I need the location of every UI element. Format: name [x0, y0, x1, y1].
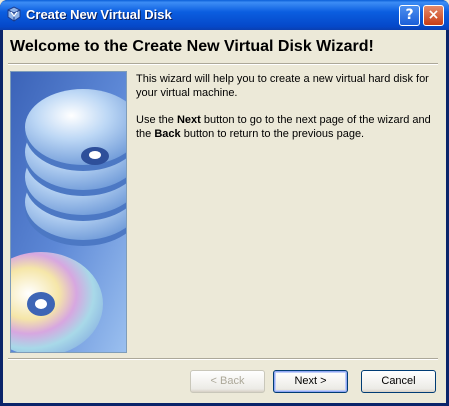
- navigation-paragraph: Use the Next button to go to the next pa…: [136, 114, 431, 140]
- help-button[interactable]: ?: [399, 5, 420, 26]
- cancel-button[interactable]: Cancel: [361, 370, 436, 393]
- back-button[interactable]: < Back: [190, 370, 265, 393]
- header-divider: [8, 63, 438, 65]
- title-bar[interactable]: Create New Virtual Disk ? ×: [0, 0, 449, 30]
- virtualbox-app-icon: [7, 6, 21, 22]
- dialog-body: Welcome to the Create New Virtual Disk W…: [3, 30, 446, 403]
- window-title: Create New Virtual Disk: [26, 7, 172, 22]
- footer-divider: [8, 358, 438, 360]
- back-keyword: Back: [154, 128, 181, 140]
- disk-stack-icon: [25, 89, 126, 246]
- next-keyword: Next: [176, 114, 201, 126]
- wizard-disk-image: [10, 71, 127, 353]
- intro-paragraph: This wizard will help you to create a ne…: [136, 73, 429, 99]
- page-title: Welcome to the Create New Virtual Disk W…: [10, 38, 374, 55]
- next-button[interactable]: Next >: [273, 370, 348, 393]
- close-button[interactable]: ×: [423, 5, 444, 26]
- wizard-window: Create New Virtual Disk ? × Welcome to t…: [0, 0, 449, 406]
- wizard-description: This wizard will help you to create a ne…: [136, 72, 441, 154]
